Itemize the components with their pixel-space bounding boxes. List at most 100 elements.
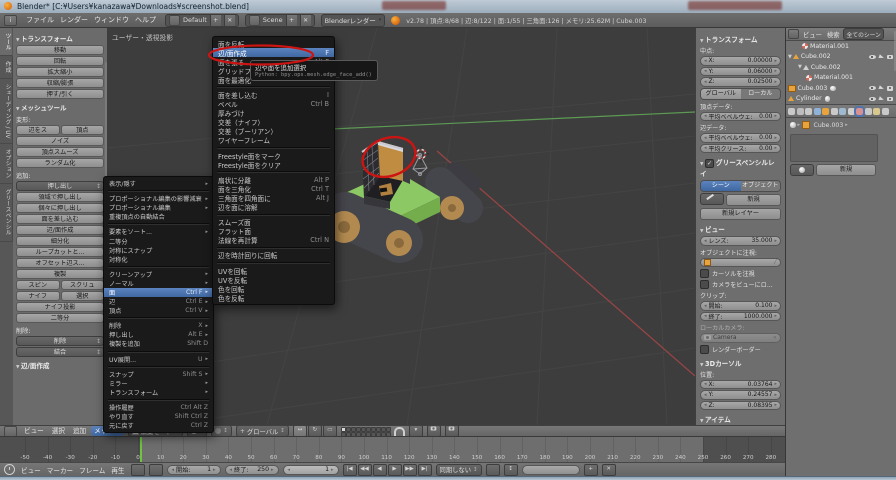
- frame-end-field[interactable]: ◂ 終了: 250 ▸: [225, 465, 279, 475]
- outliner-filter-selector[interactable]: 全てのシーン: [843, 28, 884, 40]
- decrement-icon[interactable]: ◂: [704, 135, 707, 141]
- decrement-icon[interactable]: ◂: [704, 238, 707, 244]
- number-field[interactable]: ◂Y:0.24557▸: [700, 390, 781, 400]
- increment-icon[interactable]: ▸: [331, 467, 334, 473]
- tool-button[interactable]: ナイフ投影: [16, 302, 104, 312]
- properties-tab-icon[interactable]: [797, 108, 804, 115]
- number-field[interactable]: ◂平均ベベルウェ:0.00▸: [700, 133, 781, 143]
- sync-selector[interactable]: 同期しない ↕: [436, 464, 482, 476]
- snap-mode-button[interactable]: ▾: [409, 425, 423, 437]
- increment-icon[interactable]: ▸: [774, 381, 777, 387]
- properties-tab-icon[interactable]: [856, 108, 863, 115]
- translate-icon[interactable]: ↔: [293, 425, 307, 437]
- tool-button[interactable]: 移動: [16, 45, 104, 55]
- decrement-icon[interactable]: ◂: [172, 467, 175, 473]
- increment-icon[interactable]: ▸: [774, 313, 777, 319]
- render-opengl-button[interactable]: [427, 425, 441, 437]
- tool-shelf-tab[interactable]: 作成: [0, 56, 13, 79]
- expander-icon[interactable]: ▼: [798, 64, 802, 70]
- panel-header[interactable]: ▼ メッシュツール: [16, 102, 104, 112]
- timeline-icon-button[interactable]: [131, 464, 145, 476]
- checkbox-row[interactable]: レンダーボーダー: [700, 345, 781, 354]
- decrement-icon[interactable]: ◂: [704, 392, 707, 398]
- checkbox-unchecked[interactable]: [700, 269, 709, 278]
- menu-item[interactable]: プロポーショナル編集の影響減衰タイプ▸: [104, 194, 213, 203]
- visibility-eye-icon[interactable]: [869, 86, 876, 90]
- number-field[interactable]: ◂X:0.00000▸: [700, 56, 781, 66]
- properties-tab-icon[interactable]: [839, 108, 846, 115]
- increment-icon[interactable]: ▸: [774, 402, 777, 408]
- tool-button[interactable]: ノイズ: [16, 136, 104, 146]
- timeline-icon-button[interactable]: [149, 464, 163, 476]
- menu-item[interactable]: 辺Ctrl E▸: [104, 297, 213, 306]
- layers-widget[interactable]: [341, 427, 390, 436]
- menu-item[interactable]: 法線を再計算Ctrl N: [213, 236, 334, 245]
- menu-item[interactable]: Freestyle面をクリア: [213, 160, 334, 169]
- tool-button[interactable]: 個々に押し出し: [16, 203, 104, 213]
- properties-tab-icon[interactable]: [882, 108, 889, 115]
- play-button[interactable]: ▶: [388, 464, 402, 476]
- decrement-icon[interactable]: ◂: [704, 381, 707, 387]
- menu-item[interactable]: 面Ctrl F▸: [104, 288, 213, 297]
- menu-item[interactable]: UV展開...U▸: [104, 355, 213, 364]
- scale-icon[interactable]: ▭: [323, 425, 337, 437]
- close-icon[interactable]: ✕: [773, 335, 777, 341]
- tool-shelf-tab[interactable]: グリースペンシル: [0, 184, 13, 241]
- decrement-icon[interactable]: ◂: [288, 467, 291, 473]
- decrement-icon[interactable]: ◂: [704, 145, 707, 151]
- renderability-camera-icon[interactable]: [887, 86, 894, 91]
- tool-button[interactable]: 辺をス: [16, 125, 60, 135]
- tool-button[interactable]: 辺/面作成: [16, 225, 104, 235]
- record-button[interactable]: [486, 464, 500, 476]
- number-field[interactable]: ◂平均ベベルウェ:0.00▸: [700, 112, 781, 122]
- panel-header[interactable]: ▼ 辺/面作成: [16, 360, 104, 370]
- tool-button[interactable]: 拡大縮小: [16, 67, 104, 77]
- outliner-view-menu[interactable]: ビュー: [802, 30, 823, 39]
- menu-item[interactable]: レンダー: [57, 15, 91, 25]
- decrement-icon[interactable]: ◂: [704, 79, 707, 85]
- outliner-row[interactable]: Cylinder: [786, 94, 896, 105]
- outliner-row[interactable]: ▼Cube.002: [786, 62, 896, 73]
- tool-button[interactable]: ナイフ: [16, 291, 60, 301]
- menu-item[interactable]: 重複頂点の自動結合: [104, 212, 213, 221]
- clock-icon[interactable]: [4, 464, 15, 475]
- tool-button[interactable]: 選択: [61, 291, 105, 301]
- material-new-button[interactable]: 新規: [816, 164, 876, 176]
- properties-tab-icon[interactable]: [873, 108, 880, 115]
- panel-header[interactable]: ▼ ✓グリースペンシルレイ: [700, 157, 781, 178]
- tool-button[interactable]: 領域で押し出し: [16, 192, 104, 202]
- frame-start-field[interactable]: ◂ 開始: 1 ▸: [167, 465, 221, 475]
- tool-button[interactable]: 頂点: [61, 125, 105, 135]
- renderability-camera-icon[interactable]: [887, 97, 894, 102]
- number-field[interactable]: ◂X:0.03764▸: [700, 380, 781, 390]
- panel-header[interactable]: ▼ ビュー: [700, 224, 781, 234]
- menu-item[interactable]: 削除X▸: [104, 321, 213, 330]
- tool-button[interactable]: 押す/引く: [16, 89, 104, 99]
- scene-selector[interactable]: Scene + ✕: [245, 14, 315, 27]
- object-picker-field[interactable]: ╱: [700, 258, 781, 268]
- tool-button[interactable]: ループカットと...: [16, 247, 104, 257]
- panel-header[interactable]: ▼ トランスフォーム: [700, 34, 781, 44]
- checkbox-unchecked[interactable]: [700, 280, 709, 289]
- insert-keyframe-button[interactable]: +: [584, 464, 598, 476]
- menu-item[interactable]: ノーマル▸: [104, 279, 213, 288]
- material-slot-list[interactable]: [790, 134, 878, 162]
- increment-icon[interactable]: ▸: [774, 135, 777, 141]
- menu-item[interactable]: 元に戻すCtrl Z: [104, 421, 213, 430]
- increment-icon[interactable]: ▸: [271, 467, 274, 473]
- timeline-menu-item[interactable]: 再生: [109, 465, 126, 475]
- keying-set-field[interactable]: [522, 465, 580, 475]
- tool-button[interactable]: 複製: [16, 269, 104, 279]
- outliner-row[interactable]: Cube.003: [786, 83, 896, 94]
- checkbox-unchecked[interactable]: [700, 345, 709, 354]
- tool-shelf-tab[interactable]: オプション: [0, 144, 13, 184]
- increment-icon[interactable]: ▸: [774, 145, 777, 151]
- menu-item[interactable]: プロポーショナル編集▸: [104, 203, 213, 212]
- menu-item[interactable]: 操作履歴Ctrl Alt Z: [104, 403, 213, 412]
- menu-item[interactable]: ウィンドウ: [91, 15, 132, 25]
- viewport-menu-2[interactable]: 選択: [49, 426, 68, 436]
- number-field[interactable]: ◂Z:0.02500▸: [700, 77, 781, 87]
- delete-keyframe-button[interactable]: ✕: [602, 464, 616, 476]
- tool-button[interactable]: 頂点スムーズ: [16, 147, 104, 157]
- editor-type-icon[interactable]: i: [4, 15, 17, 26]
